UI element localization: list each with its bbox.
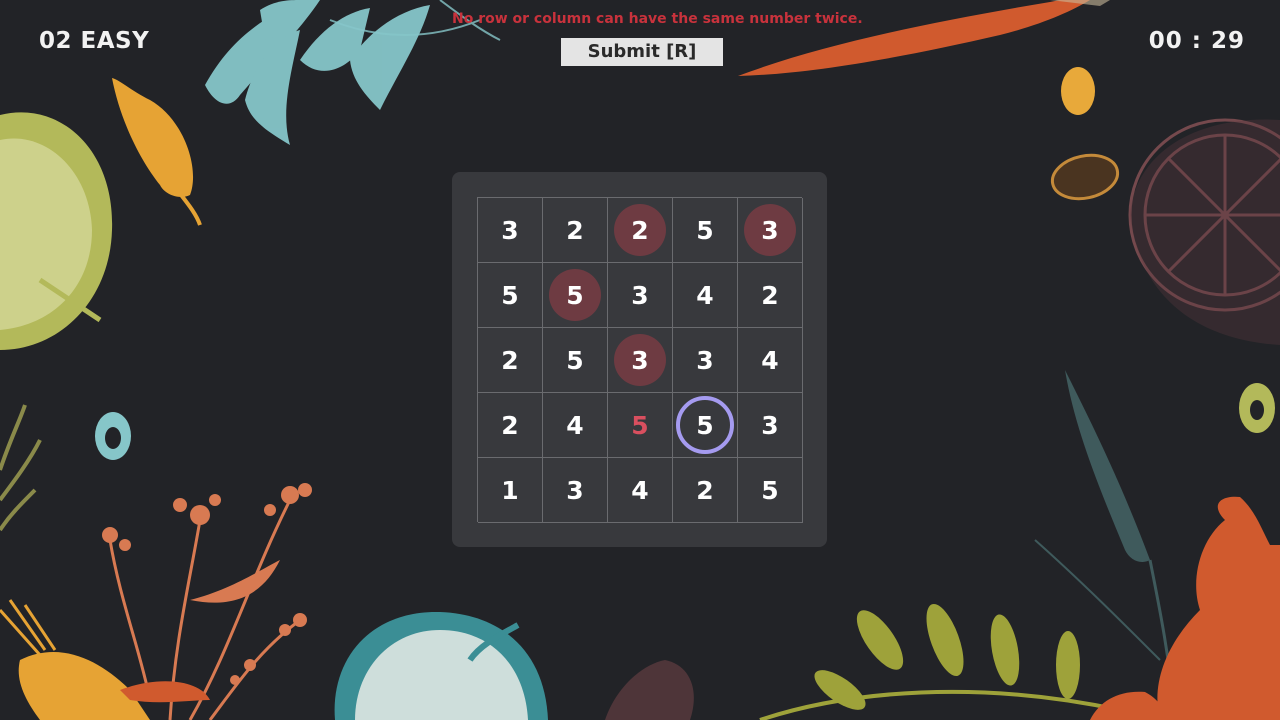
grid-cell-r2-c2[interactable]: 5 (543, 263, 608, 328)
grid-cell-r4-c1[interactable]: 2 (478, 393, 543, 458)
cell-number: 5 (761, 475, 779, 505)
cell-number: 2 (631, 215, 649, 245)
grid-cell-r5-c4[interactable]: 2 (673, 458, 738, 523)
cell-number: 5 (566, 345, 584, 375)
grid-cell-r4-c4[interactable]: 5 (673, 393, 738, 458)
cell-number: 2 (761, 280, 779, 310)
puzzle-grid: 3 2 2 5 3 5 5 3 4 2 2 5 3 3 4 2 4 5 5 3 1 3 4 2 5 (477, 197, 803, 523)
rule-hint-text: No row or column can have the same numbe… (452, 11, 863, 27)
puzzle-board: 3 2 2 5 3 5 5 3 4 2 2 5 3 3 4 2 4 5 5 3 1 3 4 2 5 (452, 172, 827, 547)
cell-number: 3 (761, 215, 779, 245)
cell-number: 4 (761, 345, 779, 375)
cell-number: 3 (631, 345, 649, 375)
herb-leaf-icon (205, 0, 430, 145)
bean-icon (1061, 67, 1095, 115)
cell-number: 5 (696, 410, 714, 440)
lemon-slice-icon (1128, 118, 1280, 312)
grid-cell-r3-c4[interactable]: 3 (673, 328, 738, 393)
cell-number: 3 (501, 215, 519, 245)
cell-number: 3 (761, 410, 779, 440)
grid-cell-r5-c2[interactable]: 3 (543, 458, 608, 523)
grid-cell-r3-c1[interactable]: 2 (478, 328, 543, 393)
grid-cell-r3-c2[interactable]: 5 (543, 328, 608, 393)
cell-number: 2 (696, 475, 714, 505)
timer: 00 : 29 (1148, 28, 1245, 54)
cell-number: 4 (566, 410, 584, 440)
cell-number: 5 (696, 215, 714, 245)
apple-icon (0, 112, 113, 350)
cell-number: 3 (696, 345, 714, 375)
submit-button[interactable]: Submit [R] (561, 38, 723, 66)
grid-cell-r5-c5[interactable]: 5 (738, 458, 803, 523)
cell-number: 5 (631, 410, 649, 440)
cell-number: 4 (631, 475, 649, 505)
cell-number: 4 (696, 280, 714, 310)
apple-icon (334, 611, 548, 720)
grid-cell-r2-c4[interactable]: 4 (673, 263, 738, 328)
level-label: 02 EASY (39, 28, 150, 54)
grid-cell-r1-c1[interactable]: 3 (478, 198, 543, 263)
grid-cell-r1-c2[interactable]: 2 (543, 198, 608, 263)
grid-cell-r2-c3[interactable]: 3 (608, 263, 673, 328)
cell-number: 1 (501, 475, 519, 505)
cell-number: 3 (566, 475, 584, 505)
ginger-icon (1090, 496, 1280, 720)
chili-pepper-icon (112, 78, 202, 226)
grid-cell-r4-c3[interactable]: 5 (608, 393, 673, 458)
cell-number: 5 (501, 280, 519, 310)
grid-cell-r1-c4[interactable]: 5 (673, 198, 738, 263)
grid-cell-r1-c5[interactable]: 3 (738, 198, 803, 263)
grid-cell-r4-c2[interactable]: 4 (543, 393, 608, 458)
grid-cell-r2-c1[interactable]: 5 (478, 263, 543, 328)
cell-number: 2 (566, 215, 584, 245)
grid-cell-r3-c5[interactable]: 4 (738, 328, 803, 393)
carrot-icon (0, 599, 210, 720)
grid-cell-r1-c3[interactable]: 2 (608, 198, 673, 263)
grid-cell-r5-c1[interactable]: 1 (478, 458, 543, 523)
cell-number: 5 (566, 280, 584, 310)
grid-cell-r3-c3[interactable]: 3 (608, 328, 673, 393)
cell-number: 2 (501, 345, 519, 375)
grid-cell-r5-c3[interactable]: 4 (608, 458, 673, 523)
cell-number: 2 (501, 410, 519, 440)
flower-sprig-icon (108, 499, 301, 720)
rosemary-icon (814, 603, 1080, 710)
grid-cell-r4-c5[interactable]: 3 (738, 393, 803, 458)
grid-cell-r2-c5[interactable]: 2 (738, 263, 803, 328)
cell-number: 3 (631, 280, 649, 310)
wheat-icon (1065, 370, 1150, 562)
